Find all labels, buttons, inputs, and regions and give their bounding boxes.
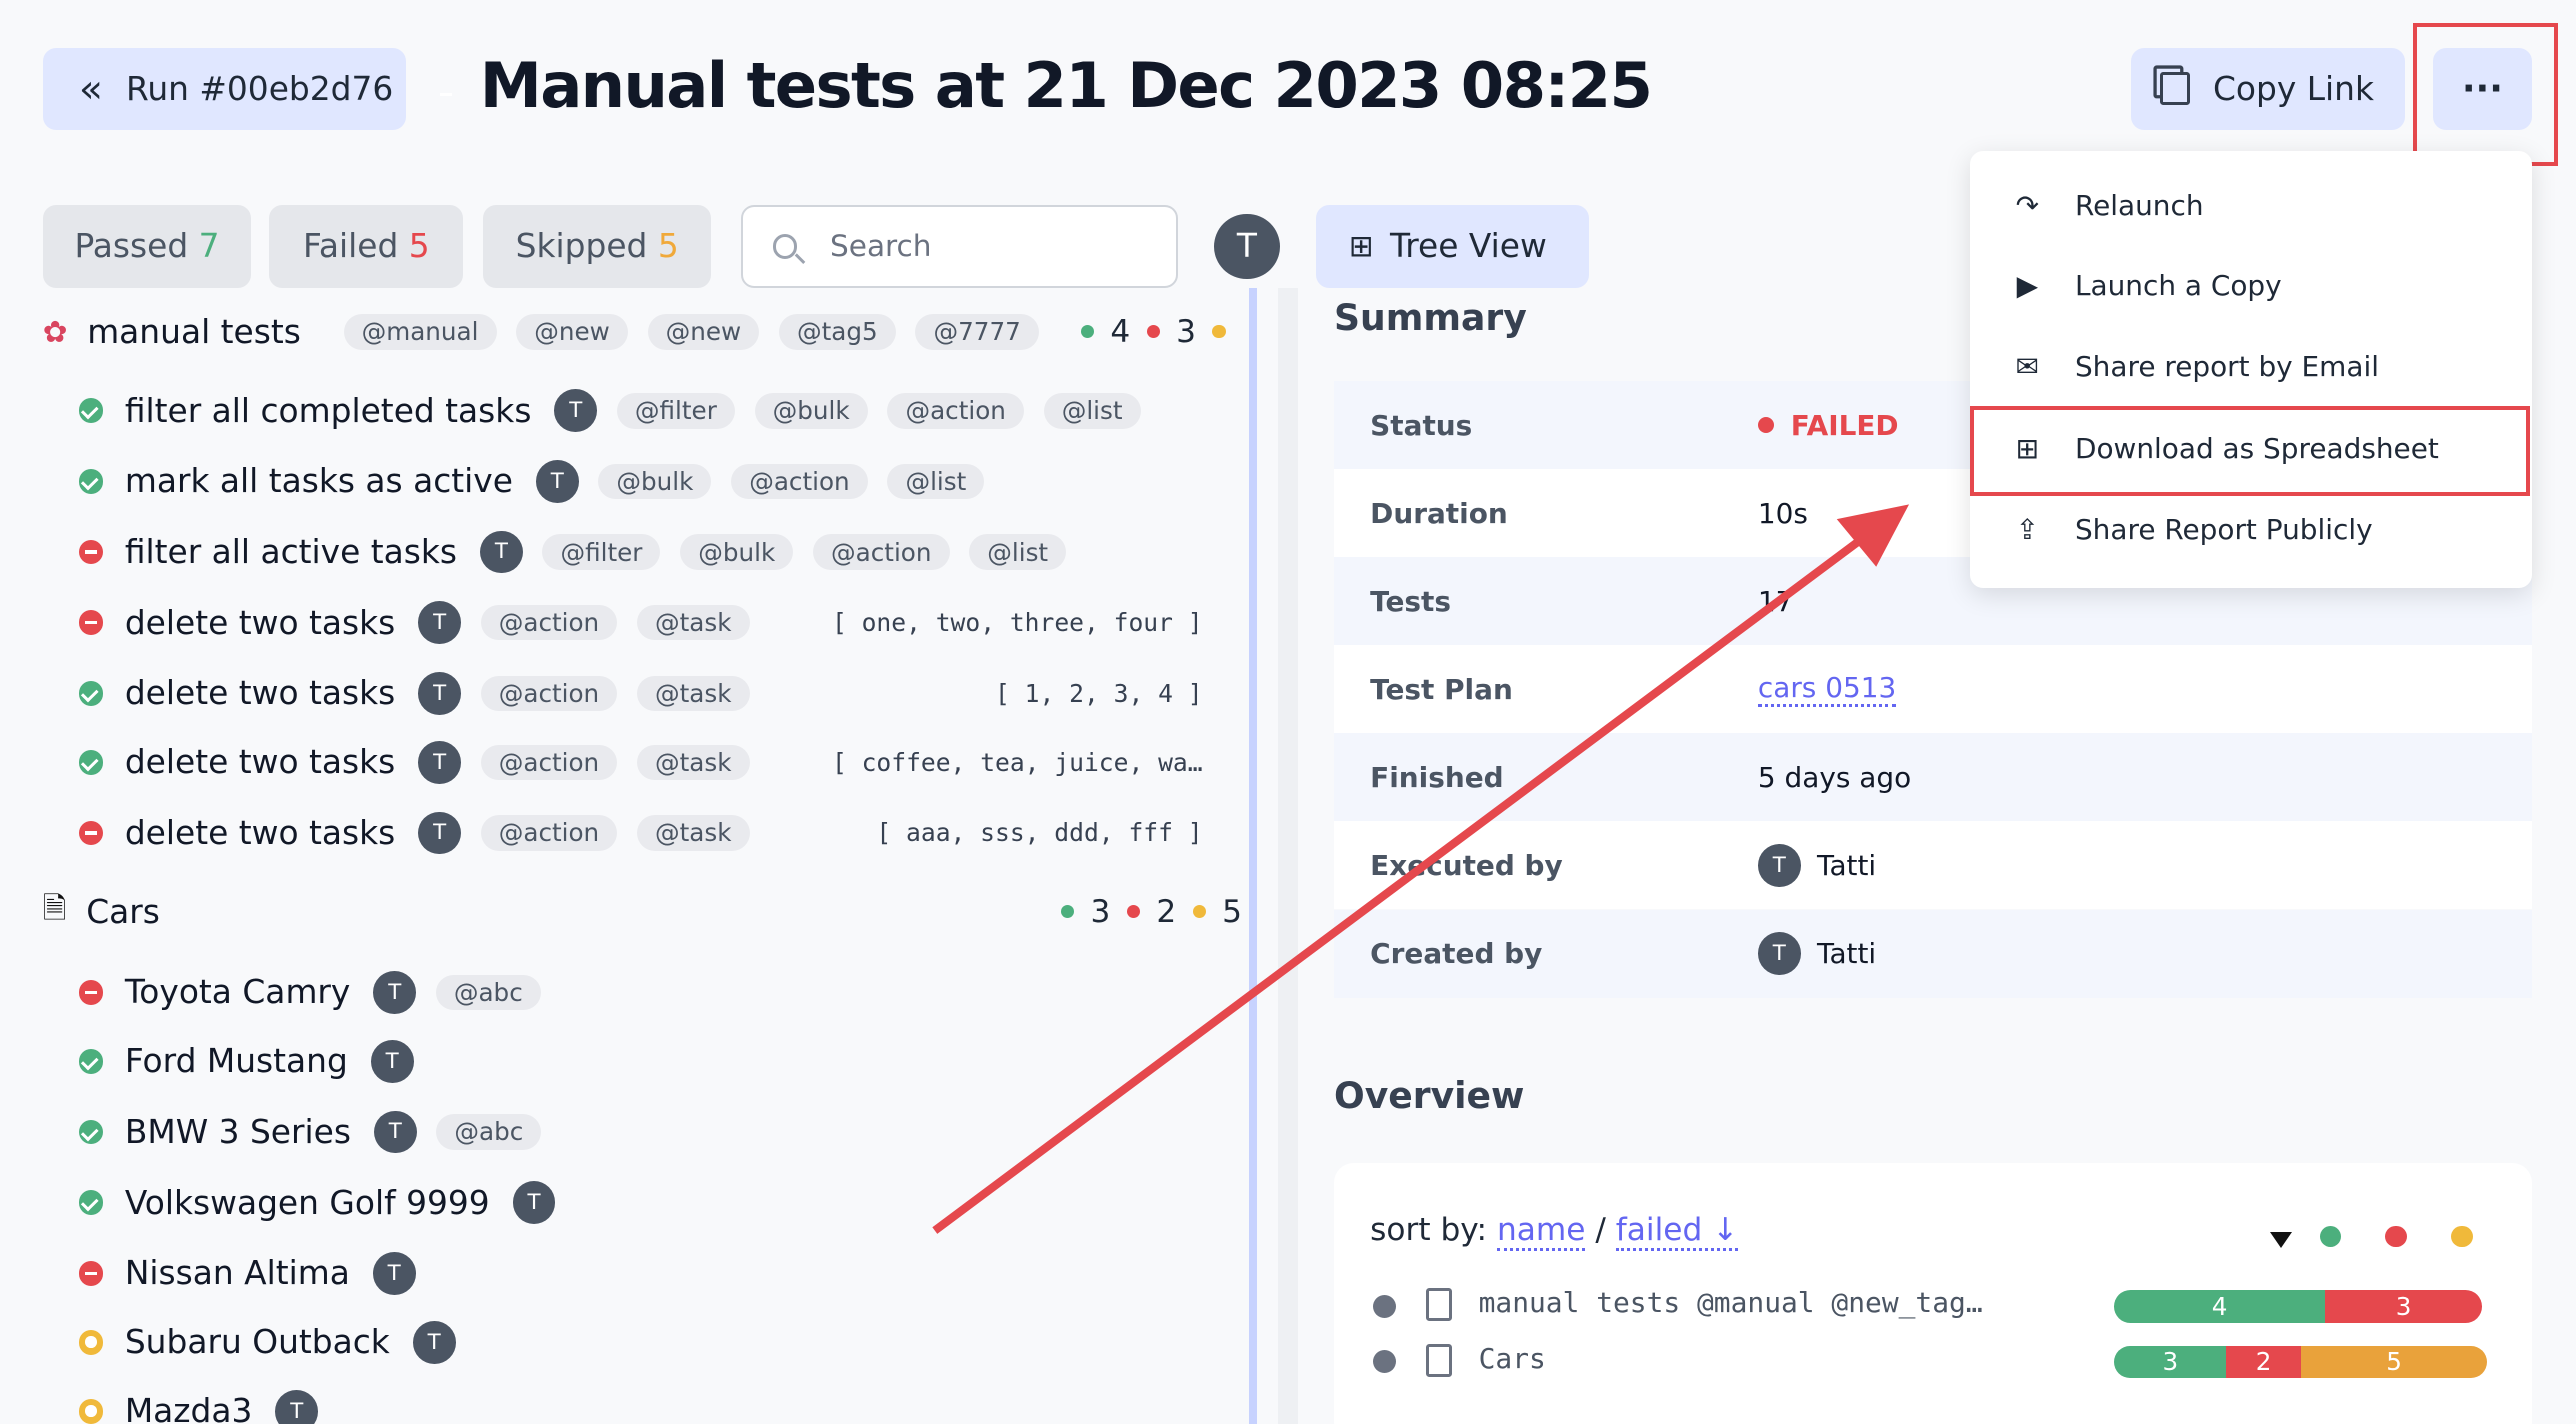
menu-item-launch-copy[interactable]: ▶ Launch a Copy	[2006, 261, 2282, 310]
play-icon: ▶	[2016, 269, 2039, 303]
label: Share report by Email	[2074, 349, 2379, 383]
label: Launch a Copy	[2074, 269, 2282, 303]
share-upload-icon: ⇪	[2015, 512, 2040, 546]
menu-item-share-email[interactable]: ✉ Share report by Email	[2006, 342, 2379, 391]
label: Relaunch	[2074, 188, 2204, 222]
menu-item-relaunch[interactable]: ↷ Relaunch	[2006, 181, 2204, 230]
mail-icon: ✉	[2015, 349, 2040, 383]
more-options-menu: ↷ Relaunch ▶ Launch a Copy ✉ Share report b…	[1969, 151, 2532, 589]
label: Share Report Publicly	[2074, 512, 2373, 546]
highlight-box-download	[1969, 405, 2531, 497]
menu-item-share-publicly[interactable]: ⇪ Share Report Publicly	[2006, 504, 2373, 553]
relaunch-icon: ↷	[2015, 188, 2040, 222]
